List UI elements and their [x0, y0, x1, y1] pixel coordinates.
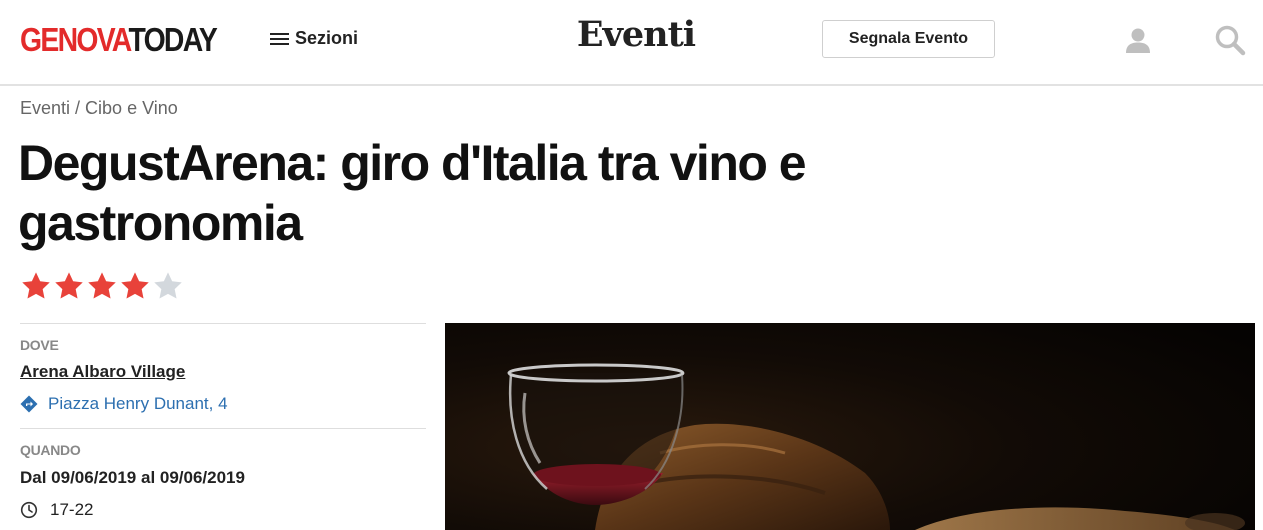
star-icon — [22, 272, 50, 299]
event-info-panel: DOVE Arena Albaro Village Piazza Henry D… — [20, 323, 426, 520]
where-section: DOVE Arena Albaro Village Piazza Henry D… — [20, 323, 426, 428]
address-link[interactable]: Piazza Henry Dunant, 4 — [20, 394, 426, 414]
event-image — [445, 323, 1255, 530]
address-text: Piazza Henry Dunant, 4 — [48, 394, 228, 413]
star-icon — [154, 272, 182, 299]
breadcrumb-link-category[interactable]: Cibo e Vino — [85, 98, 178, 118]
report-event-button[interactable]: Segnala Evento — [822, 20, 995, 58]
breadcrumb: Eventi / Cibo e Vino — [20, 98, 178, 119]
hamburger-icon — [270, 32, 289, 46]
user-icon[interactable] — [1124, 26, 1152, 54]
site-logo[interactable]: GENOVATODAY — [20, 20, 218, 60]
breadcrumb-separator: / — [70, 98, 86, 118]
when-section: QUANDO Dal 09/06/2019 al 09/06/2019 17-2… — [20, 428, 426, 520]
site-header: GENOVATODAY Sezioni Eventi Segnala Event… — [0, 0, 1263, 86]
wine-and-bread-illustration — [445, 323, 1255, 530]
star-icon — [55, 272, 83, 299]
breadcrumb-link-eventi[interactable]: Eventi — [20, 98, 70, 118]
logo-part-today: TODAY — [128, 21, 217, 58]
hours-text: 17-22 — [50, 500, 94, 519]
when-label: QUANDO — [20, 442, 81, 458]
event-rating — [20, 270, 184, 302]
sections-menu-label: Sezioni — [295, 28, 359, 48]
section-title: Eventi — [576, 14, 696, 55]
directions-icon — [20, 395, 38, 413]
clock-icon — [20, 501, 38, 519]
event-hours: 17-22 — [20, 500, 426, 520]
logo-part-genova: GENOVA — [20, 21, 130, 58]
event-dates: Dal 09/06/2019 al 09/06/2019 — [20, 468, 245, 487]
star-icon — [88, 272, 116, 299]
search-icon[interactable] — [1214, 24, 1246, 56]
sections-menu-button[interactable]: Sezioni — [270, 28, 358, 49]
page-title: DegustArena: giro d'Italia tra vino e ga… — [18, 135, 807, 251]
star-icon — [121, 272, 149, 299]
where-label: DOVE — [20, 337, 59, 353]
venue-link[interactable]: Arena Albaro Village — [20, 362, 185, 382]
